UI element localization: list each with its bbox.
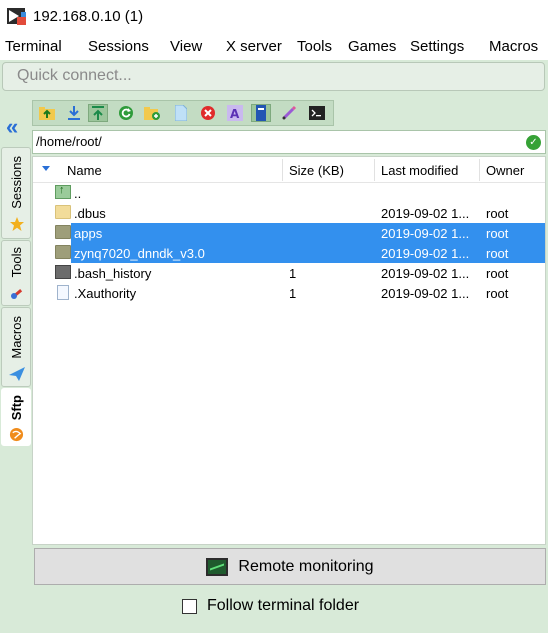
parent-directory-icon [55, 184, 71, 199]
window-title: 192.168.0.10 (1) [33, 7, 144, 25]
download-icon[interactable] [64, 104, 84, 122]
column-name[interactable]: Name [67, 163, 102, 178]
column-owner[interactable]: Owner [486, 163, 524, 178]
delete-icon[interactable] [198, 104, 218, 122]
folder-up-icon[interactable] [37, 104, 57, 122]
tools-icon [11, 289, 23, 299]
file-size: 1 [289, 266, 297, 281]
selection-highlight [71, 223, 545, 243]
file-list-header: Name Size (KB) Last modified Owner [33, 157, 545, 183]
menu-bar: Terminal Sessions View X server Tools Ga… [0, 34, 548, 60]
menu-games[interactable]: Games [348, 38, 396, 55]
file-owner: root [486, 246, 509, 261]
menu-x-server[interactable]: X server [226, 38, 282, 55]
file-name: zynq7020_dnndk_v3.0 [74, 246, 205, 261]
paper-plane-icon [9, 367, 25, 381]
sort-descending-icon [42, 166, 50, 171]
permissions-icon[interactable] [251, 104, 271, 122]
shell-file-icon [55, 265, 71, 279]
file-row-selected[interactable]: zynq7020_dnndk_v3.0 2019-09-02 1... root [33, 243, 545, 263]
follow-terminal-folder[interactable]: Follow terminal folder [182, 597, 359, 615]
column-size[interactable]: Size (KB) [289, 163, 344, 178]
column-divider[interactable] [479, 159, 480, 181]
file-modified: 2019-09-02 1... [381, 226, 470, 241]
menu-terminal[interactable]: Terminal [5, 38, 62, 55]
side-tab-sftp[interactable]: Sftp [1, 388, 31, 446]
follow-terminal-checkbox[interactable] [182, 598, 197, 614]
svg-text:A: A [230, 107, 240, 121]
file-name: apps [74, 226, 103, 241]
column-divider[interactable] [282, 159, 283, 181]
folder-icon [55, 245, 71, 259]
sftp-toolbar: A [32, 100, 334, 126]
side-tab-sessions[interactable]: Sessions [1, 147, 31, 239]
mobaxterm-logo-icon [7, 6, 27, 26]
file-row-selected[interactable]: apps 2019-09-02 1... root [33, 223, 545, 243]
file-row-updir[interactable]: .. [33, 183, 545, 203]
collapse-sidebar-icon[interactable]: « [6, 116, 26, 138]
menu-sessions[interactable]: Sessions [88, 38, 149, 55]
side-tab-macros-label: Macros [9, 316, 24, 359]
menu-tools[interactable]: Tools [297, 38, 332, 55]
side-tab-macros[interactable]: Macros [1, 307, 31, 387]
remote-monitoring-button[interactable]: Remote monitoring [34, 548, 546, 585]
file-row[interactable]: .dbus 2019-09-02 1... root [33, 203, 545, 223]
file-name: .Xauthority [74, 286, 137, 301]
file-modified: 2019-09-02 1... [381, 206, 470, 221]
quick-connect-bar: Quick connect... [0, 60, 548, 94]
column-divider[interactable] [374, 159, 375, 181]
side-tab-sessions-label: Sessions [9, 156, 24, 209]
remote-monitoring-label: Remote monitoring [238, 557, 374, 575]
file-modified: 2019-09-02 1... [381, 246, 470, 261]
sftp-globe-icon [9, 427, 24, 442]
star-icon [10, 217, 24, 231]
quick-connect-input[interactable]: Quick connect... [2, 62, 545, 91]
column-last-modified[interactable]: Last modified [381, 163, 458, 178]
edit-icon[interactable] [279, 104, 299, 122]
file-name: .bash_history [74, 266, 152, 281]
document-icon [57, 285, 69, 300]
sftp-panel: A /home/root/ ✓ Name Size (KB) Last modi… [32, 94, 548, 633]
file-size: 1 [289, 286, 297, 301]
upload-icon[interactable] [88, 104, 108, 122]
title-bar: 192.168.0.10 (1) [0, 0, 548, 32]
path-input[interactable]: /home/root/ ✓ [32, 130, 546, 154]
side-tab-tools[interactable]: Tools [1, 240, 31, 306]
side-tab-tools-label: Tools [9, 247, 24, 278]
new-file-icon[interactable] [171, 104, 191, 122]
file-owner: root [486, 226, 509, 241]
file-name: .dbus [74, 206, 106, 221]
file-modified: 2019-09-02 1... [381, 286, 470, 301]
menu-macros[interactable]: Macros [489, 38, 538, 55]
rename-icon[interactable]: A [225, 104, 245, 122]
new-folder-icon[interactable] [142, 104, 162, 122]
file-list[interactable]: Name Size (KB) Last modified Owner .. .d… [32, 156, 546, 545]
menu-view[interactable]: View [170, 38, 202, 55]
follow-terminal-label: Follow terminal folder [207, 597, 360, 614]
file-owner: root [486, 286, 509, 301]
file-row[interactable]: .Xauthority 1 2019-09-02 1... root [33, 283, 545, 303]
menu-settings[interactable]: Settings [410, 38, 464, 55]
monitor-icon [206, 557, 229, 576]
file-modified: 2019-09-02 1... [381, 266, 470, 281]
file-owner: root [486, 206, 509, 221]
terminal-icon[interactable] [307, 104, 327, 122]
folder-icon [55, 205, 71, 219]
folder-icon [55, 225, 71, 239]
path-valid-check-icon: ✓ [526, 135, 541, 150]
file-row[interactable]: .bash_history 1 2019-09-02 1... root [33, 263, 545, 283]
file-owner: root [486, 266, 509, 281]
path-text: /home/root/ [36, 134, 102, 149]
file-name: .. [74, 186, 82, 201]
refresh-icon[interactable] [116, 104, 136, 122]
side-tab-sftp-label: Sftp [9, 395, 24, 421]
